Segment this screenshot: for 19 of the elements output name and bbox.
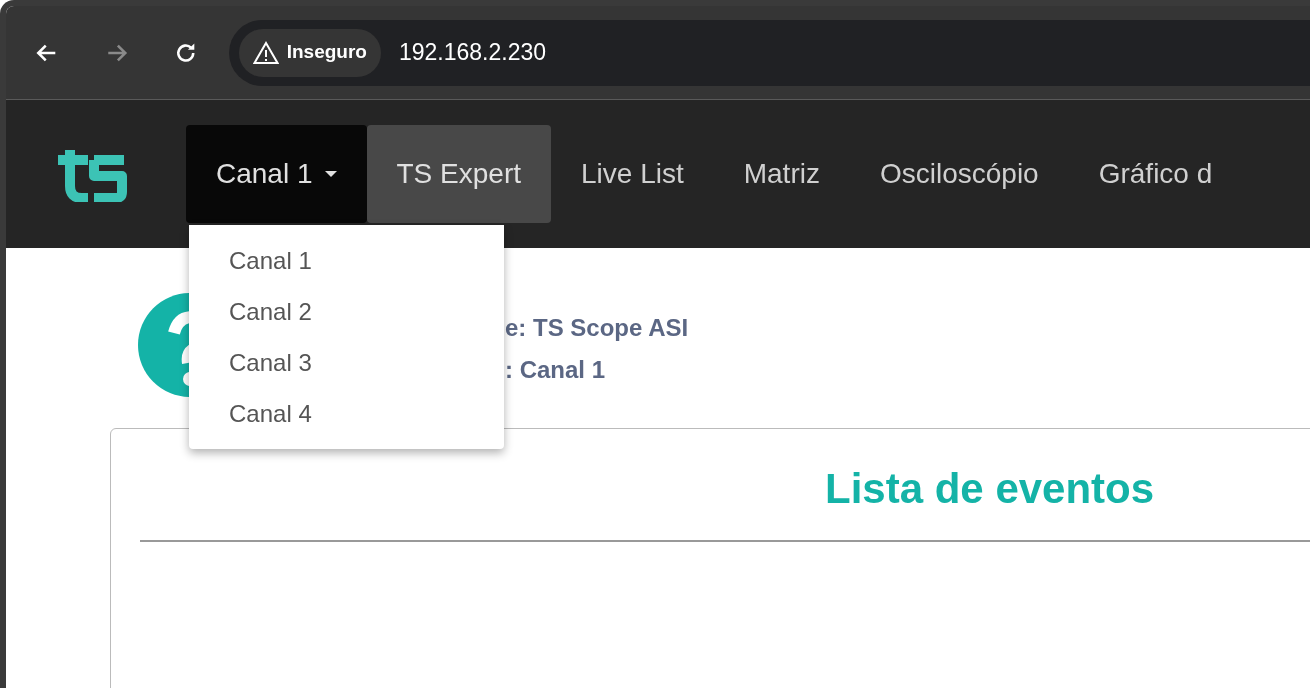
- card-title: Lista de eventos: [825, 464, 1155, 514]
- nav-link[interactable]: Live List: [551, 125, 714, 223]
- security-chip[interactable]: Inseguro: [238, 28, 381, 77]
- dropdown-item[interactable]: Canal 2: [189, 286, 504, 337]
- nav-link[interactable]: TS Expert: [366, 125, 551, 223]
- nav-link[interactable]: Osciloscópio: [849, 125, 1069, 223]
- dropdown-item[interactable]: Canal 3: [189, 337, 504, 388]
- dropdown-item[interactable]: Canal 1: [189, 235, 504, 286]
- nav-link[interactable]: Gráfico d: [1068, 125, 1243, 223]
- warning-icon: [252, 40, 279, 65]
- info-text: e: TS Scope ASI: [505, 313, 689, 343]
- channel-dropdown[interactable]: Canal 1: [186, 125, 367, 223]
- security-label: Inseguro: [286, 40, 367, 65]
- address-text: 192.168.2.230: [398, 38, 546, 68]
- nav-link[interactable]: Matriz: [713, 125, 850, 223]
- caret-icon: [324, 171, 337, 177]
- dropdown-item[interactable]: Canal 4: [189, 388, 504, 439]
- address-bar[interactable]: Inseguro 192.168.2.230: [228, 19, 1310, 86]
- info-text: : Canal 1: [505, 355, 607, 385]
